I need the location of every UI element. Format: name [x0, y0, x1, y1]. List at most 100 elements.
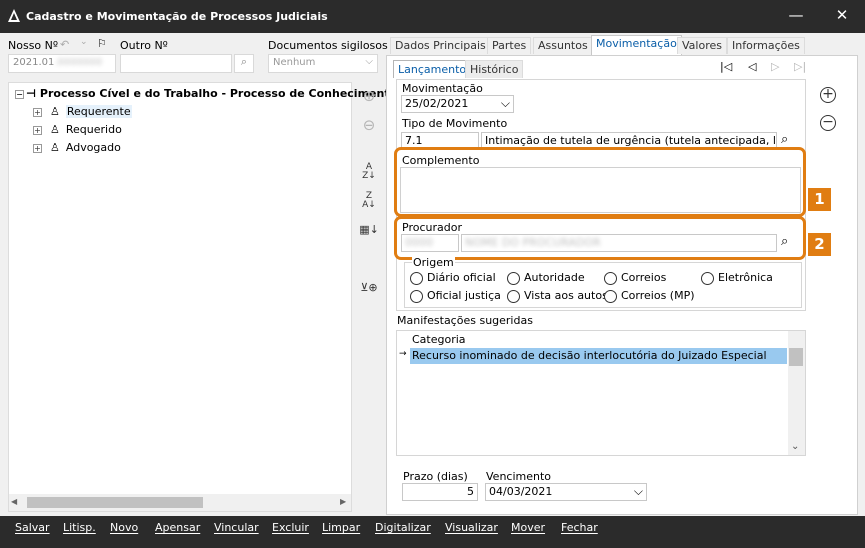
grid-scrollbar-thumb[interactable] — [789, 348, 803, 366]
window-title: Cadastro e Movimentação de Processos Jud… — [26, 10, 328, 23]
expand-icon[interactable]: + — [33, 143, 42, 153]
person-icon: ♙ — [50, 105, 60, 118]
chevron-down-icon[interactable]: ⌵ — [634, 484, 643, 499]
tab-informacoes[interactable]: Informações — [727, 37, 805, 54]
tab-valores[interactable]: Valores — [677, 37, 727, 54]
outro-numero-input[interactable] — [120, 54, 232, 73]
add-movement-icon[interactable]: + — [820, 87, 836, 103]
subtab-lancamento[interactable]: Lançamento — [393, 60, 472, 78]
radio-icon — [604, 289, 617, 303]
vencimento-date-input[interactable]: 04/03/2021 ⌵ — [485, 483, 647, 501]
tipo-movimento-label: Tipo de Movimento — [402, 117, 508, 130]
grid-row-selected[interactable]: Recurso inominado de decisão interlocutó… — [410, 348, 787, 364]
undo-icon[interactable]: ↶ — [60, 38, 69, 51]
tree-item-requerido[interactable]: + ♙ Requerido — [33, 123, 122, 136]
origem-vista-aos-autos[interactable]: Vista aos autos — [507, 289, 608, 303]
tab-assuntos[interactable]: Assuntos — [533, 37, 593, 54]
fechar-button[interactable]: Fechar — [561, 521, 598, 534]
origem-label: Origem — [412, 256, 455, 269]
tab-partes[interactable]: Partes — [487, 37, 532, 54]
chevron-down-icon: ⌵ — [365, 56, 373, 67]
next-record-icon[interactable]: ▷ — [771, 60, 779, 73]
add-node-icon[interactable]: ⊕ — [359, 86, 379, 106]
complemento-textarea[interactable] — [400, 167, 801, 213]
collapse-icon[interactable]: − — [15, 89, 24, 99]
tree-item-requerente[interactable]: + ♙ Requerente — [33, 105, 132, 118]
salvar-button[interactable]: Salvar — [15, 521, 50, 534]
prazo-label: Prazo (dias) — [403, 470, 468, 483]
origem-oficial-justica[interactable]: Oficial justiça — [410, 289, 501, 303]
vencimento-label: Vencimento — [486, 470, 552, 483]
excluir-button[interactable]: Excluir — [272, 521, 309, 534]
manifestacoes-label: Manifestações sugeridas — [397, 314, 533, 327]
movimentacao-date-input[interactable]: 25/02/2021 ⌵ — [401, 95, 514, 113]
origem-correios[interactable]: Correios — [604, 271, 666, 285]
origem-eletronica[interactable]: Eletrônica — [701, 271, 773, 285]
tree-item-advogado[interactable]: + ♙ Advogado — [33, 141, 121, 154]
tipo-search-icon[interactable]: ⌕ — [781, 132, 788, 147]
scroll-right-icon[interactable]: ▶ — [340, 497, 346, 506]
tree-link-icon: ⊣ — [26, 87, 37, 100]
sort-az-icon[interactable]: A Z↓ — [359, 163, 379, 183]
minimize-button[interactable]: — — [773, 0, 819, 33]
current-row-icon: → — [399, 349, 407, 359]
annotation-badge-2: 2 — [808, 233, 831, 256]
sort-date-icon[interactable]: ▦↓ — [359, 220, 379, 240]
title-bar: Cadastro e Movimentação de Processos Jud… — [0, 0, 865, 33]
origem-autoridade[interactable]: Autoridade — [507, 271, 585, 285]
outro-numero-label: Outro Nº — [120, 39, 168, 52]
person-icon: ♙ — [50, 123, 60, 136]
origem-diario-oficial[interactable]: Diário oficial — [410, 271, 496, 285]
first-record-icon[interactable]: |◁ — [720, 60, 732, 73]
tree-root[interactable]: − ⊣ Processo Cível e do Trabalho - Proces… — [15, 87, 397, 100]
remove-node-icon[interactable]: ⊖ — [359, 115, 379, 135]
documentos-sigilosos-label: Documentos sigilosos — [268, 39, 388, 52]
radio-icon — [701, 271, 714, 285]
vincular-button[interactable]: Vincular — [214, 521, 259, 534]
grid-header-categoria: Categoria — [412, 333, 466, 346]
remove-movement-icon[interactable]: − — [820, 115, 836, 131]
procurador-nome-input[interactable]: NOME DO PROCURADOR — [461, 234, 777, 252]
novo-button[interactable]: Novo — [110, 521, 138, 534]
last-record-icon[interactable]: ▷| — [794, 60, 806, 73]
tab-movimentacao[interactable]: Movimentação — [591, 35, 682, 55]
app-logo-icon — [8, 9, 20, 22]
expand-icon[interactable]: + — [33, 107, 42, 117]
prazo-input[interactable]: 5 — [402, 483, 478, 501]
scroll-down-icon[interactable]: ⌄ — [791, 441, 799, 452]
nosso-numero-input[interactable]: 2021.01.0000000 — [8, 54, 116, 73]
scrollbar-thumb[interactable] — [27, 497, 203, 508]
complemento-label: Complemento — [402, 154, 480, 167]
origem-correios-mp[interactable]: Correios (MP) — [604, 289, 695, 303]
sort-za-icon[interactable]: Z A↓ — [359, 192, 379, 212]
radio-icon — [604, 271, 617, 285]
previous-record-icon[interactable]: ◁ — [748, 60, 756, 73]
mover-button[interactable]: Mover — [511, 521, 545, 534]
radio-icon — [410, 271, 423, 285]
movimentacao-label: Movimentação — [402, 82, 483, 95]
chevron-down-icon[interactable]: ⌵ — [501, 96, 510, 111]
documentos-sigilosos-select[interactable]: Nenhum ⌵ — [268, 54, 378, 73]
close-button[interactable]: ✕ — [819, 0, 865, 33]
procurador-codigo-input[interactable]: 0000 — [401, 234, 459, 252]
bookmark-icon[interactable]: ⚐ — [97, 37, 107, 50]
expand-icon[interactable]: + — [33, 125, 42, 135]
add-filter-icon[interactable]: ⊻⊕ — [359, 278, 379, 298]
outro-search-icon[interactable]: ⌕ — [234, 54, 254, 73]
litisp-button[interactable]: Litisp. — [63, 521, 96, 534]
digitalizar-button[interactable]: Digitalizar — [375, 521, 431, 534]
process-tree[interactable]: − ⊣ Processo Cível e do Trabalho - Proces… — [8, 82, 397, 512]
annotation-badge-1: 1 — [808, 188, 831, 211]
chevron-down-icon[interactable]: ⌄ — [80, 37, 88, 47]
subtab-historico[interactable]: Histórico — [465, 60, 524, 78]
procurador-label: Procurador — [402, 221, 462, 234]
tab-dados-principais[interactable]: Dados Principais — [390, 37, 491, 54]
visualizar-button[interactable]: Visualizar — [445, 521, 498, 534]
limpar-button[interactable]: Limpar — [322, 521, 360, 534]
radio-icon — [410, 289, 423, 303]
scroll-left-icon[interactable]: ◀ — [11, 497, 17, 506]
procurador-search-icon[interactable]: ⌕ — [781, 234, 788, 249]
person-icon: ♙ — [50, 141, 60, 154]
apensar-button[interactable]: Apensar — [155, 521, 200, 534]
radio-icon — [507, 271, 520, 285]
